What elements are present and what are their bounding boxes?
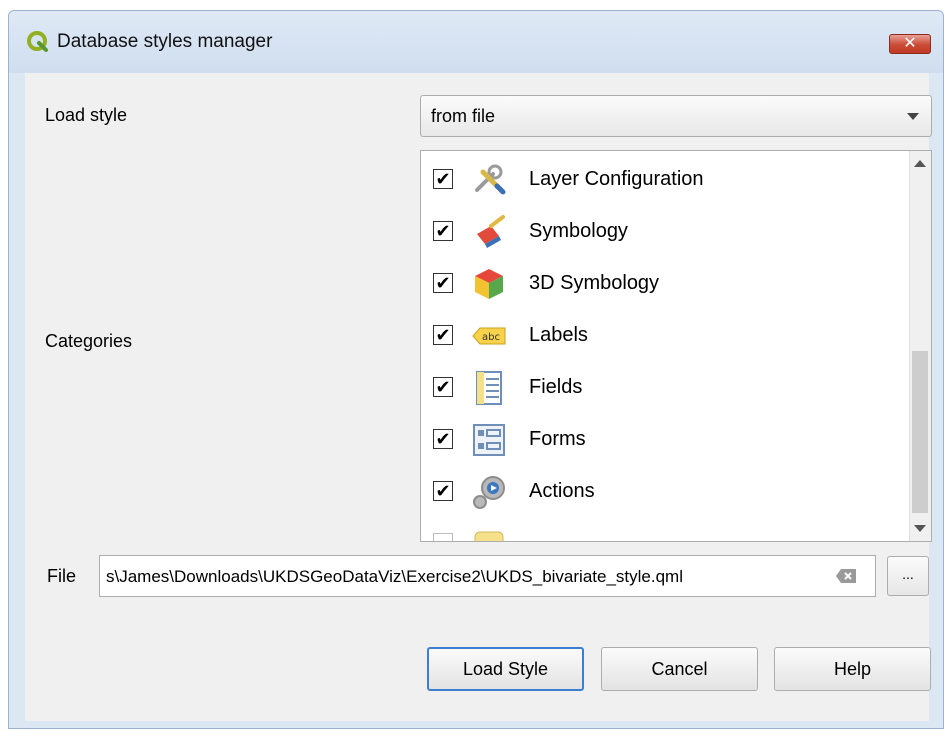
category-checkbox[interactable]: ✔ [433,481,453,501]
labels-icon: abc [472,327,506,345]
title-bar: Database styles manager ✕ [9,11,943,73]
category-item[interactable]: ✔ Layer Configuration [421,154,901,206]
load-style-label: Load style [45,105,128,125]
scroll-down-icon[interactable] [914,525,926,532]
clear-icon[interactable] [835,568,857,584]
cancel-button[interactable]: Cancel [601,647,758,691]
category-item[interactable]: ✔ 3D Symbology [421,258,901,310]
load-style-button[interactable]: Load Style [427,647,584,691]
dialog-body: Load style from file Categories ✔ Layer … [25,73,932,721]
file-path-value: s\James\Downloads\UKDSGeoDataViz\Exercis… [106,567,683,586]
browse-button[interactable]: ... [887,556,929,596]
category-checkbox[interactable]: ✔ [433,377,453,397]
background-strip [0,0,8,731]
help-button[interactable]: Help [774,647,931,691]
fields-icon [476,371,502,405]
category-item[interactable]: ✔ Actions [421,466,901,518]
qgis-icon [27,31,48,52]
load-style-value: from file [431,106,496,126]
dialog-window: Database styles manager ✕ Load style fro… [8,10,944,729]
category-label: Actions [529,480,595,502]
category-checkbox[interactable]: ✔ [433,429,453,449]
category-checkbox[interactable]: ✔ [433,273,453,293]
scroll-up-icon[interactable] [914,160,926,167]
category-item[interactable]: ✔ Fields [421,362,901,414]
actions-icon [473,476,505,509]
forms-icon [473,424,505,456]
category-label: Symbology [529,220,628,242]
scrollbar-thumb[interactable] [912,351,928,513]
categories-label: Categories [45,331,133,351]
category-label: Fields [529,376,583,398]
folder-icon [474,531,504,541]
category-checkbox[interactable]: ✔ [433,221,453,241]
category-item[interactable]: ✔ Forms [421,414,901,466]
categories-scrollbar[interactable] [909,151,931,541]
category-checkbox[interactable]: ✔ [433,169,453,189]
layer-configuration-icon [475,164,506,195]
close-button[interactable]: ✕ [889,34,931,54]
category-label: 3D Symbology [529,272,660,294]
svg-text:abc: abc [482,332,500,343]
category-item[interactable]: ✔ Symbology [421,206,901,258]
symbology-icon [477,215,505,248]
chevron-down-icon [907,113,919,120]
category-checkbox[interactable]: ✔ [433,325,453,345]
category-label: Labels [529,324,588,346]
file-label: File [47,566,77,586]
category-label: Layer Configuration [529,168,704,190]
category-label: Forms [529,428,586,450]
close-icon: ✕ [903,35,917,52]
3d-symbology-icon [475,269,503,299]
category-checkbox [433,533,453,541]
file-path-input[interactable]: s\James\Downloads\UKDSGeoDataViz\Exercis… [99,555,876,597]
category-item [421,518,901,541]
categories-list[interactable]: ✔ Layer Configuration ✔ Symbology ✔ 3D S… [420,150,932,542]
window-title: Database styles manager [57,31,273,52]
category-item[interactable]: ✔ abc Labels [421,310,901,362]
load-style-select[interactable]: from file [420,95,932,137]
